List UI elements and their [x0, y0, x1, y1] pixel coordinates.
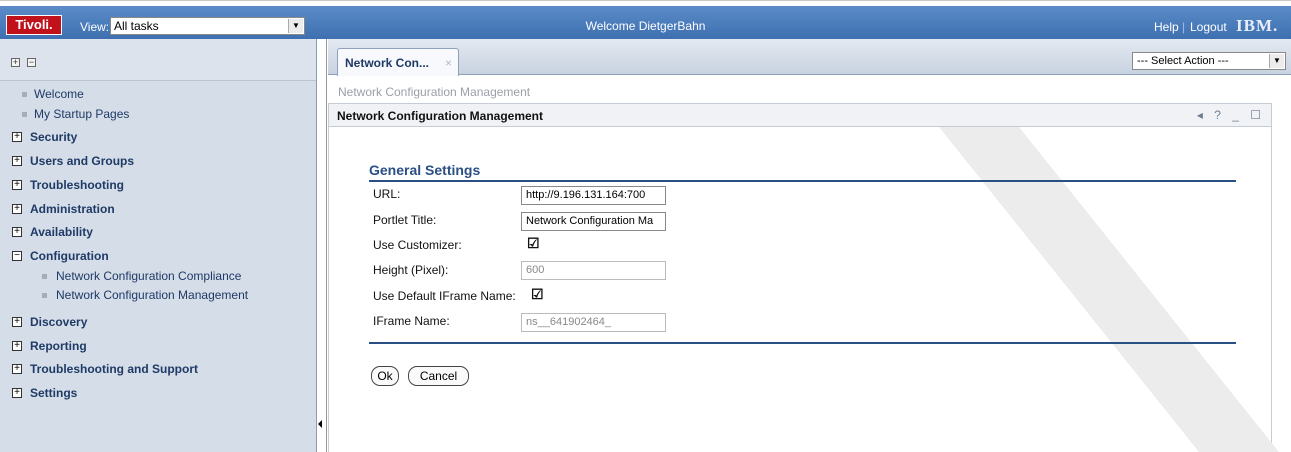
- sidebar-item-network-configuration-compliance[interactable]: Network Configuration Compliance: [20, 267, 241, 285]
- sidebar-item-label: My Startup Pages: [34, 107, 130, 121]
- section-divider: [369, 180, 1236, 182]
- portlet-title: Network Configuration Management: [337, 109, 544, 123]
- portlet-title-field[interactable]: Network Configuration Ma: [521, 212, 666, 231]
- page-tab-bar: Network Con... × --- Select Action --- ▼: [328, 39, 1291, 76]
- watermark-stripe: [939, 127, 1279, 452]
- sidebar-item-label: Network Configuration Compliance: [56, 269, 242, 283]
- expand-icon[interactable]: +: [12, 132, 22, 142]
- bullet-icon: [42, 274, 47, 279]
- expand-icon[interactable]: +: [12, 317, 22, 327]
- sidebar-item-my-startup-pages[interactable]: My Startup Pages: [10, 105, 129, 123]
- sidebar-item-label: Availability: [30, 225, 93, 239]
- sidebar-item-label: Network Configuration Management: [56, 288, 249, 302]
- bullet-icon: [22, 92, 27, 97]
- sidebar-item-network-configuration-management[interactable]: Network Configuration Management: [20, 286, 248, 304]
- sidebar-item-reporting[interactable]: + Reporting: [10, 337, 87, 355]
- use-default-iframe-checkbox[interactable]: ☑: [531, 286, 544, 303]
- sidebar-item-discovery[interactable]: + Discovery: [10, 313, 87, 331]
- sidebar-item-label: Administration: [30, 202, 115, 216]
- sidebar-item-label: Configuration: [30, 249, 109, 263]
- sidebar-item-availability[interactable]: + Availability: [10, 223, 93, 241]
- sidebar-item-troubleshooting[interactable]: + Troubleshooting: [10, 176, 124, 194]
- expand-icon[interactable]: +: [12, 364, 22, 374]
- sidebar-item-users-and-groups[interactable]: + Users and Groups: [10, 152, 134, 170]
- sidebar-item-troubleshooting-and-support[interactable]: + Troubleshooting and Support: [10, 360, 198, 378]
- ok-button[interactable]: Ok: [371, 366, 399, 386]
- expand-all-icon[interactable]: +: [11, 58, 20, 67]
- select-action-dropdown[interactable]: --- Select Action --- ▼: [1132, 52, 1286, 70]
- expand-icon[interactable]: +: [12, 204, 22, 214]
- sidebar-item-security[interactable]: + Security: [10, 128, 77, 146]
- sidebar-item-settings[interactable]: + Settings: [10, 384, 77, 402]
- navigation-panel: + − Welcome My Startup Pages + Security + Use…: [0, 39, 317, 452]
- bullet-icon: [42, 293, 47, 298]
- panel-splitter[interactable]: [317, 39, 327, 452]
- expand-icon[interactable]: +: [12, 341, 22, 351]
- portlet-controls[interactable]: ◂ ? _ ☐: [1197, 108, 1265, 122]
- main-content: Network Con... × --- Select Action --- ▼…: [328, 39, 1291, 452]
- ibm-logo: IBM.: [1236, 16, 1279, 35]
- bullet-icon: [22, 112, 27, 117]
- height-label: Height (Pixel):: [373, 263, 449, 277]
- expand-icon[interactable]: +: [12, 156, 22, 166]
- close-icon[interactable]: ×: [445, 56, 452, 70]
- header-separator: |: [1182, 20, 1186, 34]
- sidebar-item-configuration[interactable]: − Configuration: [10, 247, 109, 265]
- expand-icon[interactable]: +: [12, 388, 22, 398]
- section-divider-bottom: [369, 342, 1236, 344]
- tab-network-configuration[interactable]: Network Con... ×: [337, 48, 459, 76]
- logout-link[interactable]: Logout: [1190, 20, 1227, 34]
- sidebar-item-label: Settings: [30, 386, 78, 400]
- sidebar-item-label: Troubleshooting: [30, 178, 124, 192]
- expand-icon[interactable]: +: [12, 180, 22, 190]
- expand-icon[interactable]: +: [12, 227, 22, 237]
- sidebar-item-welcome[interactable]: Welcome: [10, 85, 84, 103]
- help-link[interactable]: Help: [1154, 20, 1179, 34]
- sidebar-item-label: Security: [30, 130, 78, 144]
- sidebar-item-label: Discovery: [30, 315, 88, 329]
- iframe-name-label: IFrame Name:: [373, 314, 450, 328]
- app-window: Tivoli. View: All tasks ▼ Welcome Dietge…: [0, 0, 1291, 452]
- top-banner: Tivoli. View: All tasks ▼ Welcome Dietge…: [0, 6, 1291, 39]
- breadcrumb[interactable]: Network Configuration Management: [338, 85, 530, 99]
- sidebar-item-label: Reporting: [30, 339, 87, 353]
- select-action-value: --- Select Action ---: [1137, 55, 1229, 67]
- portlet-title-label: Portlet Title:: [373, 213, 437, 227]
- portlet-title-bar: Network Configuration Management ◂ ? _ ☐: [328, 103, 1272, 127]
- sidebar-item-label: Welcome: [34, 87, 84, 101]
- sidebar-item-label: Troubleshooting and Support: [30, 362, 198, 376]
- portlet-body: General Settings URL: http://9.196.131.1…: [328, 127, 1279, 452]
- use-customizer-label: Use Customizer:: [373, 238, 462, 252]
- tab-label: Network Con...: [345, 56, 430, 70]
- sidebar-item-administration[interactable]: + Administration: [10, 200, 115, 218]
- collapse-all-icon[interactable]: −: [27, 58, 36, 67]
- url-label: URL:: [373, 187, 401, 201]
- nav-toolbar: + −: [0, 39, 316, 81]
- collapse-icon[interactable]: −: [12, 251, 22, 261]
- use-customizer-checkbox[interactable]: ☑: [527, 235, 540, 252]
- section-title: General Settings: [369, 162, 481, 178]
- chevron-down-icon[interactable]: ▼: [1269, 54, 1284, 68]
- sidebar-item-label: Users and Groups: [30, 154, 135, 168]
- iframe-name-field[interactable]: ns__641902464_: [521, 313, 666, 332]
- use-default-iframe-label: Use Default IFrame Name:: [373, 289, 516, 303]
- url-field[interactable]: http://9.196.131.164:700: [521, 186, 666, 205]
- welcome-message: Welcome DietgerBahn: [585, 19, 706, 33]
- collapse-panel-icon[interactable]: [318, 420, 322, 428]
- cancel-button[interactable]: Cancel: [408, 366, 469, 386]
- height-field[interactable]: 600: [521, 261, 666, 280]
